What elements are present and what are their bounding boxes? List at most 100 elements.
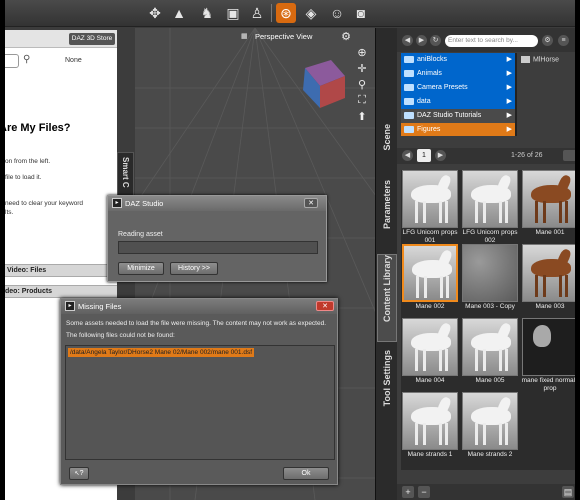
camera-selector[interactable]: Perspective View (255, 32, 312, 41)
page-number[interactable]: 1 (417, 149, 431, 162)
asset-thumbnail (462, 244, 518, 302)
main-toolbar: ✥ ▲ ♞ ▣ ♙ ⊛ ◈ ☺ ◙ (5, 0, 575, 27)
help-line: file to load it. (5, 174, 42, 181)
asset-tile[interactable]: LFG Unicorn props 001 (401, 170, 459, 244)
add-icon[interactable]: + (402, 486, 414, 498)
subfolder-item[interactable]: MlHorse (521, 56, 559, 63)
progress-bar (118, 241, 318, 254)
search-icon[interactable]: ⚲ (23, 54, 30, 65)
asset-tile[interactable]: LFG Unicorn props 002 (461, 170, 519, 244)
asset-tile[interactable]: Mane 001 (521, 170, 575, 242)
tab-parameters[interactable]: Parameters (377, 180, 397, 244)
folder-item[interactable]: DAZ Studio Tutorials ▶ (401, 109, 515, 123)
folder-item[interactable]: data ▶ (401, 95, 515, 109)
dolly-icon[interactable]: ⚲ (355, 78, 369, 91)
smart-content-tab-label: Smart C (121, 157, 130, 188)
dialog-message: Some assets needed to load the file were… (66, 320, 327, 327)
folder-item[interactable]: Animals ▶ (401, 67, 515, 81)
help-line: need to clear your keyword (5, 200, 84, 207)
folder-icon (404, 97, 414, 105)
asset-tile[interactable]: Mane 002 (401, 244, 459, 316)
help-line: lts. (5, 209, 14, 216)
pan-icon[interactable]: ✛ (355, 62, 369, 75)
zoom-icon[interactable]: ⊕ (355, 46, 369, 59)
help-title: Are My Files? (5, 122, 71, 134)
asset-label: LFG Unicorn props 002 (462, 229, 518, 244)
forward-icon[interactable]: ▶ (416, 35, 427, 46)
asset-thumbnail (522, 318, 575, 376)
pane-header: DAZ 3D Store (5, 30, 117, 48)
viewport-menu-icon[interactable]: ▦ (241, 32, 248, 40)
tree-splitter[interactable] (515, 53, 517, 136)
folder-tree: aniBlocks ▶ Animals ▶ Camera Presets ▶ data… (401, 53, 515, 136)
dialog-titlebar[interactable]: ▸ Missing Files ✕ (61, 299, 337, 314)
close-button[interactable]: ✕ (304, 198, 318, 208)
render-icon[interactable]: ▲ (169, 3, 189, 23)
library-search-input[interactable]: Enter text to search by... (445, 35, 538, 47)
asset-tile[interactable]: Mane 004 (401, 318, 459, 390)
figure-tool-icon[interactable]: ♞ (197, 3, 217, 23)
video-files-bar[interactable]: Video: Files (5, 264, 117, 277)
asset-label: Mane 003 (535, 303, 565, 310)
pagination-bar: ◀ 1 ▶ (397, 148, 575, 164)
whats-this-button[interactable]: ↖? (69, 467, 89, 480)
frame-icon[interactable]: ⛶ (355, 94, 369, 107)
asset-thumbnail (402, 170, 458, 228)
pose-tool-icon[interactable]: ✥ (145, 3, 165, 23)
tab-content-library[interactable]: Content Library (377, 254, 397, 342)
dialog-title: Missing Files (78, 302, 122, 311)
daz-store-button[interactable]: DAZ 3D Store (69, 33, 115, 45)
folder-item[interactable]: Camera Presets ▶ (401, 81, 515, 95)
asset-tile[interactable]: Mane strands 1 (401, 392, 459, 464)
back-icon[interactable]: ◀ (402, 35, 413, 46)
tab-tool-settings[interactable]: Tool Settings (377, 350, 397, 420)
history-button[interactable]: History >> (170, 262, 218, 275)
filter-value[interactable]: None (65, 57, 82, 64)
refresh-icon[interactable]: ↻ (430, 35, 441, 46)
figure-setup-icon[interactable]: ☺ (327, 3, 347, 23)
camera-icon[interactable]: ◙ (351, 3, 371, 23)
missing-file-list[interactable]: /data/Angela Taylor/DHorse2 Mane 02/Mane… (65, 345, 335, 460)
asset-label: Mane 002 (415, 303, 445, 310)
view-mode-icon[interactable] (563, 150, 575, 161)
prev-page-icon[interactable]: ◀ (402, 150, 413, 161)
remove-icon[interactable]: − (418, 486, 430, 498)
asset-grid: LFG Unicorn props 001 LFG Unicorn props 0… (401, 170, 575, 470)
list-view-icon[interactable]: ▤ (562, 486, 574, 498)
ok-button[interactable]: Ok (283, 467, 329, 480)
next-page-icon[interactable]: ▶ (435, 150, 446, 161)
joint-tool-icon[interactable]: ♙ (247, 3, 267, 23)
video-products-bar[interactable]: deo: Products (5, 285, 117, 298)
smoothing-tool-icon[interactable]: ◈ (301, 3, 321, 23)
asset-tile[interactable]: Mane 003 (521, 244, 575, 316)
pane-tabs: Scene Parameters Content Library Tool Se… (375, 28, 397, 500)
asset-thumbnail (402, 392, 458, 450)
toolbar-divider (271, 4, 272, 22)
dialog-titlebar[interactable]: ▸ DAZ Studio ✕ (108, 196, 326, 211)
library-bottom-bar: + − ▤ (397, 484, 575, 500)
dialog-title: DAZ Studio (125, 199, 164, 208)
aim-icon[interactable]: ⬆ (355, 110, 369, 123)
asset-label: Mane strands 2 (467, 451, 513, 458)
asset-thumbnail (402, 318, 458, 376)
tab-scene[interactable]: Scene (377, 124, 397, 166)
search-options-icon[interactable]: ⚙ (542, 35, 553, 46)
dialog-message: The following files could not be found: (66, 332, 175, 339)
missing-file-entry[interactable]: /data/Angela Taylor/DHorse2 Mane 02/Mane… (68, 348, 254, 357)
camera-options-icon[interactable]: ⚙ (339, 30, 353, 43)
asset-thumbnail (402, 244, 458, 302)
asset-tile[interactable]: Mane strands 2 (461, 392, 519, 464)
asset-thumbnail (462, 392, 518, 450)
folder-item[interactable]: aniBlocks ▶ (401, 53, 515, 67)
active-tool-icon[interactable]: ⊛ (276, 3, 296, 23)
close-button[interactable]: ✕ (316, 301, 334, 311)
minimize-button[interactable]: Minimize (118, 262, 164, 275)
asset-tile[interactable]: Mane 003 - Copy (461, 244, 519, 316)
library-menu-icon[interactable]: ≡ (558, 35, 569, 46)
search-input[interactable] (5, 54, 19, 68)
folder-icon (404, 125, 414, 133)
asset-tile[interactable]: mane fixed normals prop (521, 318, 575, 392)
scene-tool-icon[interactable]: ▣ (223, 3, 243, 23)
folder-item-selected[interactable]: Figures ▶ (401, 123, 515, 136)
asset-tile[interactable]: Mane 005 (461, 318, 519, 390)
